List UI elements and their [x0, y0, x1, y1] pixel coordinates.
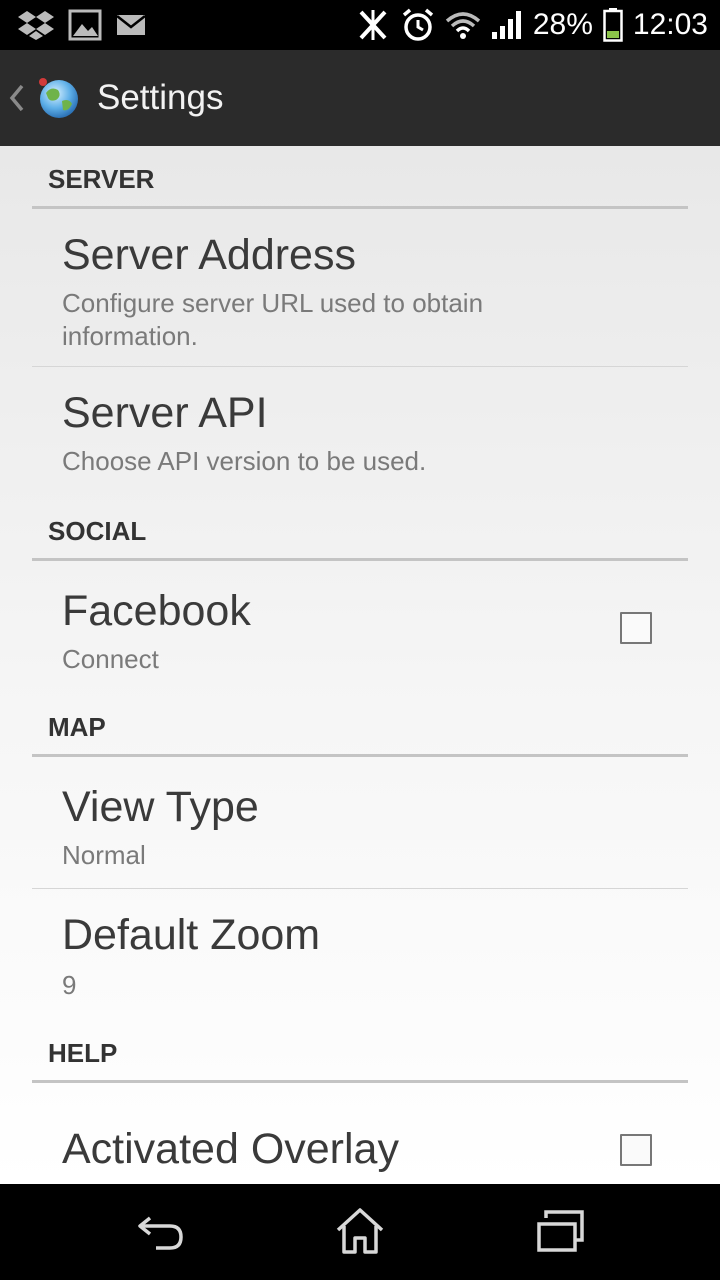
back-icon[interactable] [136, 1208, 186, 1254]
chevron-left-icon[interactable] [6, 80, 26, 116]
settings-list[interactable]: SERVER Server Address Configure server U… [0, 146, 720, 1184]
globe-icon[interactable] [36, 76, 80, 120]
activated-overlay-checkbox[interactable] [620, 1134, 652, 1166]
pref-title: Activated Overlay [62, 1125, 399, 1173]
pref-server-api[interactable]: Server API Choose API version to be used… [0, 367, 720, 511]
signal-icon [491, 10, 523, 40]
pref-summary: Choose API version to be used. [62, 446, 427, 476]
pref-view-type[interactable]: View Type Normal [0, 757, 720, 888]
recent-apps-icon[interactable] [536, 1208, 586, 1254]
image-icon [68, 9, 102, 41]
category-header-social: SOCIAL [48, 516, 147, 546]
category-header-map: MAP [48, 712, 106, 742]
navigation-bar [0, 1184, 720, 1280]
pref-facebook[interactable]: Facebook Connect [0, 561, 720, 711]
pref-title: Server API [62, 389, 268, 437]
pref-title: Default Zoom [62, 911, 321, 959]
pref-summary: Configure server URL used to obtain info… [62, 288, 484, 351]
pref-summary: 9 [62, 970, 77, 1000]
pref-activated-overlay[interactable]: Activated Overlay [0, 1083, 720, 1184]
nfc-icon [355, 8, 391, 42]
category-header-help: HELP [48, 1038, 118, 1068]
home-icon[interactable] [335, 1208, 385, 1254]
battery-icon [603, 8, 623, 42]
page-title: Settings [97, 78, 224, 117]
pref-default-zoom[interactable]: Default Zoom 9 [0, 889, 720, 1029]
battery-percent: 28% [532, 8, 593, 41]
action-bar: Settings [0, 50, 720, 146]
pref-title: Facebook [62, 587, 251, 635]
facebook-checkbox[interactable] [620, 612, 652, 644]
pref-title: Server Address [62, 231, 356, 279]
pref-summary: Normal [62, 840, 146, 870]
status-bar: 28% 12:03 [0, 0, 720, 50]
pref-server-address[interactable]: Server Address Configure server URL used… [0, 209, 720, 366]
alarm-icon [401, 8, 435, 42]
mail-icon [116, 13, 146, 37]
pref-summary: Connect [62, 644, 159, 674]
pref-title: View Type [62, 783, 259, 831]
clock: 12:03 [632, 8, 708, 41]
wifi-icon [445, 9, 481, 41]
dropbox-icon [18, 9, 54, 41]
category-header-server: SERVER [48, 164, 155, 194]
